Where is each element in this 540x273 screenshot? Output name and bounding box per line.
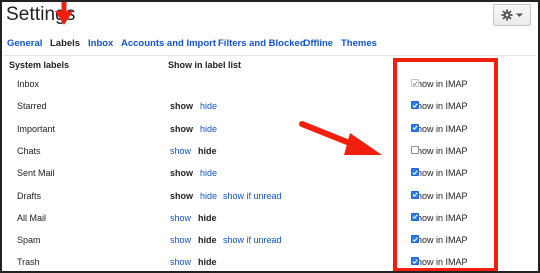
hide-option: hide <box>198 257 217 268</box>
show-option: show <box>170 190 194 201</box>
label-name: Trash <box>17 257 40 268</box>
imap-label: Show in IMAP <box>411 235 468 246</box>
show-in-imap-control[interactable]: Show in IMAP <box>411 257 468 267</box>
tabs-divider <box>4 55 536 56</box>
imap-label: Show in IMAP <box>411 168 468 179</box>
show-in-imap-control[interactable]: Show in IMAP <box>411 212 468 223</box>
imap-checkbox[interactable] <box>411 123 419 132</box>
label-row: All Mail show hide Show in IMAP <box>0 212 540 235</box>
checkmark-icon <box>412 80 418 86</box>
show-in-imap-control[interactable]: Show in IMAP <box>411 235 468 245</box>
label-row: Inbox Show in IMAP <box>0 79 540 101</box>
show-option[interactable]: show <box>170 146 191 156</box>
imap-checkbox[interactable] <box>411 257 419 266</box>
imap-checkbox <box>411 79 419 87</box>
show-in-label-list-header: Show in label list <box>168 60 242 70</box>
hide-option[interactable]: hide <box>200 124 217 134</box>
tab-inbox[interactable]: Inbox <box>88 38 113 49</box>
show-in-imap-control[interactable]: Show in IMAP <box>411 101 468 111</box>
tab-themes[interactable]: Themes <box>341 38 377 49</box>
label-name: Spam <box>17 235 41 246</box>
show-if-unread-option[interactable]: show if unread <box>223 235 282 245</box>
imap-checkbox[interactable] <box>411 101 419 110</box>
checkmark-icon <box>412 214 418 220</box>
show-if-unread-option[interactable]: show if unread <box>223 191 282 201</box>
show-option: show <box>170 168 194 179</box>
settings-button[interactable] <box>493 4 531 26</box>
label-row: Spam show hide show if unread Show in IMAP <box>0 235 540 257</box>
tab-filters-and-blocked[interactable]: Filters and Blocked <box>218 38 306 49</box>
imap-label: Show in IMAP <box>411 145 468 156</box>
page-title: Settings <box>6 4 76 25</box>
imap-label: Show in IMAP <box>411 190 468 201</box>
label-row: Important show hide Show in IMAP <box>0 123 540 146</box>
show-option[interactable]: show <box>170 235 191 245</box>
hide-option: hide <box>198 212 217 223</box>
tab-general[interactable]: General <box>7 38 42 49</box>
imap-label: Show in IMAP <box>411 123 468 134</box>
show-in-imap-control[interactable]: Show in IMAP <box>411 190 468 201</box>
imap-label: Show in IMAP <box>411 257 468 268</box>
hide-option: hide <box>198 235 217 246</box>
tab-labels[interactable]: Labels <box>50 38 80 49</box>
label-name: Drafts <box>17 190 42 201</box>
gear-icon <box>501 9 523 21</box>
label-row: Chats show hide Show in IMAP <box>0 145 540 168</box>
show-in-imap-control[interactable]: Show in IMAP <box>411 168 468 178</box>
checkmark-icon <box>412 192 418 197</box>
imap-checkbox[interactable] <box>411 168 419 177</box>
show-option: show <box>170 123 194 134</box>
hide-option[interactable]: hide <box>200 168 217 178</box>
label-name: Important <box>17 123 56 134</box>
label-name: Starred <box>17 101 47 112</box>
imap-checkbox[interactable] <box>411 212 419 221</box>
checkmark-icon <box>412 103 418 108</box>
show-option[interactable]: show <box>170 213 191 223</box>
show-in-imap-control[interactable]: Show in IMAP <box>411 123 468 134</box>
hide-option[interactable]: hide <box>200 101 217 111</box>
imap-checkbox[interactable] <box>411 190 419 199</box>
show-in-imap-control: Show in IMAP <box>411 79 468 89</box>
label-row: Sent Mail show hide Show in IMAP <box>0 168 540 190</box>
tab-accounts-and-import[interactable]: Accounts and Import <box>121 38 216 49</box>
checkmark-icon <box>412 170 418 175</box>
label-name: Inbox <box>17 79 40 89</box>
label-row: Trash show hide Show in IMAP <box>0 257 540 273</box>
imap-label: Show in IMAP <box>411 101 468 112</box>
label-name: Sent Mail <box>17 168 55 179</box>
checkmark-icon <box>412 236 418 242</box>
imap-checkbox[interactable] <box>411 145 419 154</box>
show-option[interactable]: show <box>170 257 191 267</box>
label-name: Chats <box>17 145 41 156</box>
label-row: Starred show hide Show in IMAP <box>0 101 540 123</box>
imap-checkbox[interactable] <box>411 235 419 244</box>
imap-label: Show in IMAP <box>411 212 468 223</box>
show-in-imap-control[interactable]: Show in IMAP <box>411 145 468 156</box>
label-name: All Mail <box>17 212 47 223</box>
checkmark-icon <box>412 125 418 131</box>
imap-label: Show in IMAP <box>411 79 468 89</box>
checkmark-icon <box>412 259 418 264</box>
label-row: Drafts show hide show if unread Show in IMAP <box>0 190 540 213</box>
system-labels-header: System labels <box>9 60 70 70</box>
hide-option: hide <box>198 145 217 156</box>
hide-option[interactable]: hide <box>200 191 217 201</box>
settings-tabs: General Labels Inbox Accounts and Import… <box>0 38 540 54</box>
tab-offline[interactable]: Offline <box>303 38 333 49</box>
show-option: show <box>170 101 194 112</box>
